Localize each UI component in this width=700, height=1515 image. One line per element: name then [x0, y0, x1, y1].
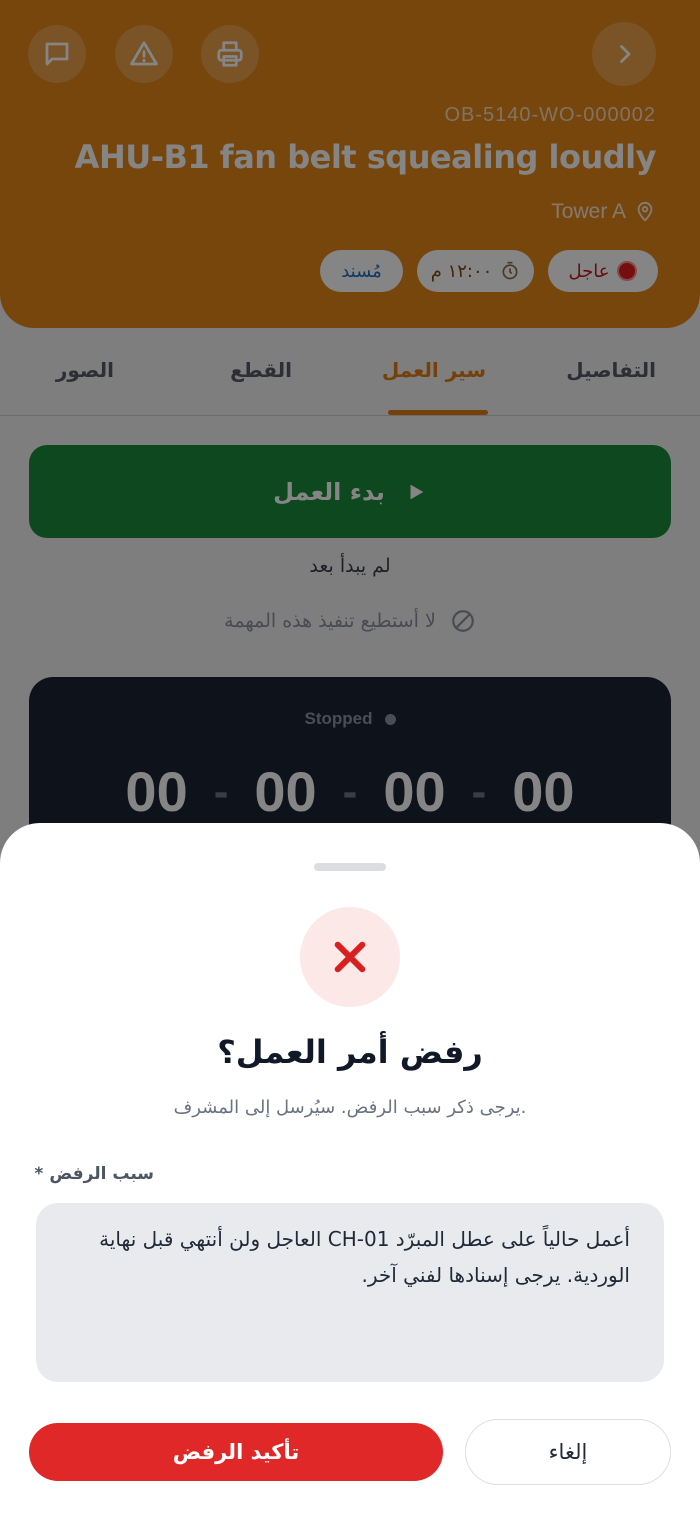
reason-label-text: سبب الرفض	[49, 1164, 154, 1184]
sheet-subtitle: يرجى ذكر سبب الرفض. سيُرسل إلى المشرف.	[173, 1097, 527, 1118]
reason-input[interactable]: أعمل حالياً على عطل المبرّد CH-01 العاجل…	[36, 1203, 664, 1382]
reject-icon-badge	[300, 907, 400, 1007]
sheet-title: رفض أمر العمل؟	[217, 1033, 483, 1071]
required-mark: *	[34, 1164, 44, 1184]
confirm-reject-button[interactable]: تأكيد الرفض	[29, 1423, 443, 1481]
close-icon	[334, 941, 366, 973]
cancel-button[interactable]: إلغاء	[465, 1419, 671, 1485]
sheet-drag-handle[interactable]	[314, 863, 386, 871]
reason-label: سبب الرفض*	[34, 1164, 154, 1184]
reject-work-order-sheet: رفض أمر العمل؟ يرجى ذكر سبب الرفض. سيُرس…	[0, 823, 700, 1515]
